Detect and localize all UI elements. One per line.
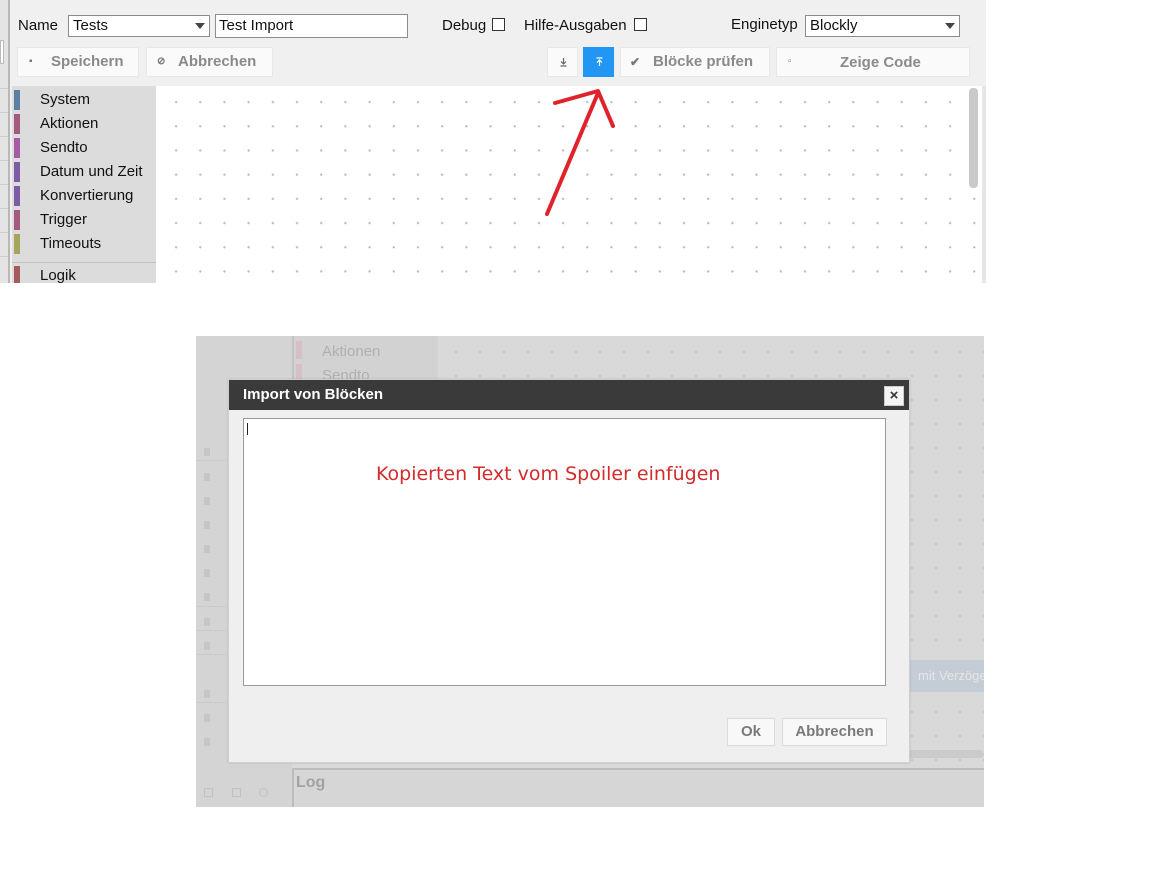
save-button-label: Speichern xyxy=(51,53,124,70)
checkmark-icon: ✔ xyxy=(630,55,641,69)
ok-button[interactable]: Ok xyxy=(727,718,775,746)
dialog-title: Import von Blöcken xyxy=(243,386,384,403)
help-output-label: Hilfe-Ausgaben xyxy=(524,17,627,34)
engine-type-value: Blockly xyxy=(810,17,858,34)
export-blocks-button[interactable] xyxy=(547,47,578,77)
dimmed-log-title: Log xyxy=(296,774,326,791)
dimmed-delay-button: mit Verzögerung xyxy=(910,660,984,692)
toolbox-category-datum-und-zeit[interactable]: Datum und Zeit xyxy=(12,161,156,183)
category-color-bar xyxy=(14,186,20,206)
chevron-down-icon xyxy=(945,23,955,29)
category-color-bar xyxy=(14,234,20,254)
cancel-button-label: Abbrechen xyxy=(178,53,257,70)
left-panel-input xyxy=(0,40,4,64)
close-icon[interactable]: × xyxy=(884,386,904,406)
dimmed-trash-icon xyxy=(204,788,213,797)
toolbox-category-timeouts[interactable]: Timeouts xyxy=(12,233,156,255)
upload-icon xyxy=(596,57,603,66)
check-blocks-button[interactable]: ✔ Blöcke prüfen xyxy=(620,47,770,77)
workspace-right-edge xyxy=(982,86,986,283)
blockly-toolbox: System Aktionen Sendto Datum und Zeit Konver… xyxy=(12,86,156,283)
show-code-label: Zeige Code xyxy=(840,54,921,71)
toolbox-category-trigger[interactable]: Trigger xyxy=(12,209,156,231)
annotation-paste-hint: Kopierten Text vom Spoiler einfügen xyxy=(376,463,721,485)
import-blocks-button[interactable] xyxy=(583,47,614,77)
import-blocks-dialog: Import von Blöcken × Kopierten Text vom … xyxy=(228,379,910,763)
engine-type-select[interactable]: Blockly xyxy=(805,15,960,37)
floppy-disk-icon: ▪ xyxy=(29,56,33,67)
category-label: Sendto xyxy=(40,139,88,156)
workspace-scrollbar[interactable] xyxy=(969,88,978,188)
dialog-cancel-button[interactable]: Abbrechen xyxy=(782,718,887,746)
engine-type-label: Enginetyp xyxy=(731,16,798,33)
code-icon: ▫ xyxy=(788,56,792,67)
category-label: Aktionen xyxy=(40,115,99,132)
script-name-input[interactable]: Test Import xyxy=(215,14,408,38)
dimmed-copy-icon xyxy=(232,788,241,797)
category-label: Konvertierung xyxy=(40,187,134,204)
cancel-button[interactable]: ⊘ Abbrechen xyxy=(146,47,273,77)
category-color-bar xyxy=(14,138,20,158)
category-color-bar xyxy=(14,114,20,134)
toolbox-category-konvertierung[interactable]: Konvertierung xyxy=(12,185,156,207)
name-label: Name xyxy=(18,17,59,34)
check-blocks-label: Blöcke prüfen xyxy=(653,53,754,70)
help-output-checkbox[interactable] xyxy=(634,18,647,31)
left-panel-edge xyxy=(0,0,10,283)
dimmed-log-panel xyxy=(292,768,984,807)
import-textarea[interactable]: Kopierten Text vom Spoiler einfügen xyxy=(243,418,886,686)
category-color-bar xyxy=(14,266,20,283)
category-label: Trigger xyxy=(40,211,87,228)
toolbox-separator xyxy=(12,262,156,263)
blockly-workspace[interactable] xyxy=(156,86,982,283)
ban-icon: ⊘ xyxy=(157,56,166,67)
import-dialog-screenshot: Aktionen Sendto mit Verzögerung Log Impo… xyxy=(196,336,984,807)
category-label: Timeouts xyxy=(40,235,102,252)
chevron-down-icon xyxy=(195,23,205,29)
toolbox-category-logik[interactable]: Logik xyxy=(12,265,156,283)
category-label: Logik xyxy=(40,267,76,283)
category-color-bar xyxy=(14,210,20,230)
dimmed-refresh-icon xyxy=(259,788,268,797)
toolbox-category-sendto[interactable]: Sendto xyxy=(12,137,156,159)
dimmed-category-bar xyxy=(296,341,302,359)
download-icon xyxy=(560,58,567,67)
show-code-button[interactable]: ▫ Zeige Code xyxy=(776,47,970,77)
category-label: Datum und Zeit xyxy=(40,163,143,180)
category-label: System xyxy=(40,91,91,108)
folder-select-value: Tests xyxy=(73,17,109,34)
debug-checkbox[interactable] xyxy=(492,18,505,31)
category-color-bar xyxy=(14,90,20,110)
category-color-bar xyxy=(14,162,20,182)
dialog-titlebar: Import von Blöcken × xyxy=(229,380,909,410)
text-cursor xyxy=(247,423,248,435)
save-button[interactable]: ▪ Speichern xyxy=(17,47,139,77)
folder-select[interactable]: Tests xyxy=(68,15,210,37)
debug-label: Debug xyxy=(442,17,487,34)
toolbox-category-aktionen[interactable]: Aktionen xyxy=(12,113,156,135)
dimmed-category-aktionen: Aktionen xyxy=(322,343,381,360)
script-editor-screenshot: Name Tests Test Import Debug Hilfe-Ausga… xyxy=(0,0,986,283)
toolbox-category-system[interactable]: System xyxy=(12,89,156,111)
